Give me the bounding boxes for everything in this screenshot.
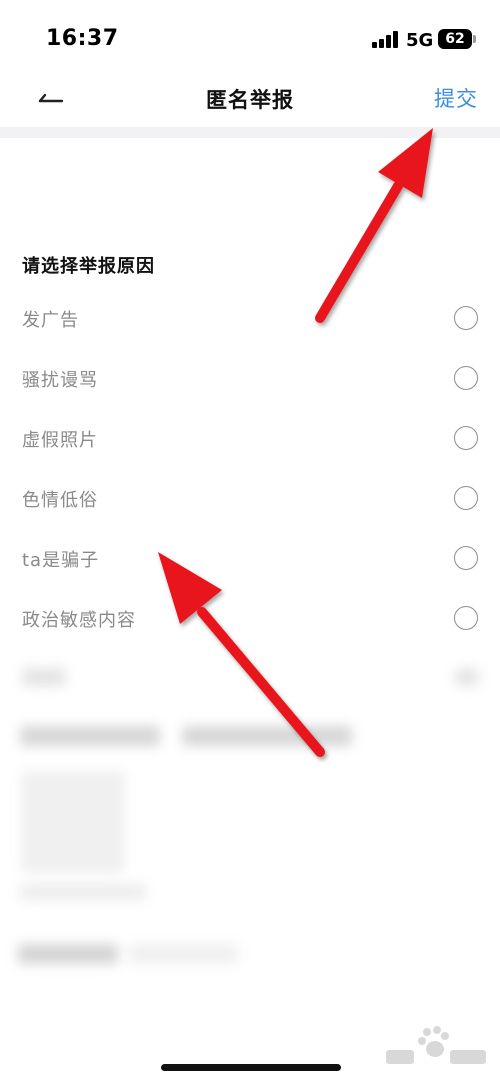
reason-option[interactable]: 骚扰谩骂 [0, 348, 500, 408]
reason-label: 发广告 [22, 310, 79, 331]
battery-level: 62 [445, 31, 465, 47]
battery-cap [473, 35, 476, 43]
reason-option[interactable]: 政治敏感内容 [0, 588, 500, 648]
radio-unchecked-icon[interactable] [454, 426, 478, 450]
blurred-text [128, 944, 238, 964]
reason-label: 政治敏感内容 [22, 610, 136, 631]
radio-unchecked-icon[interactable] [454, 606, 478, 630]
status-bar: 16:37 5G 62 [0, 0, 500, 78]
reason-option[interactable]: ta是骗子 [0, 528, 500, 588]
radio-unchecked-icon[interactable] [454, 306, 478, 330]
reason-label: 色情低俗 [22, 490, 98, 511]
blurred-label [18, 944, 118, 964]
reason-option[interactable]: 发广告 [0, 288, 500, 348]
radio-unchecked-icon[interactable] [454, 366, 478, 390]
reason-label: 骚扰谩骂 [22, 370, 98, 391]
network-type: 5G [406, 30, 434, 51]
blurred-description [182, 726, 352, 746]
reason-list: 发广告 骚扰谩骂 虚假照片 色情低俗 ta是骗子 政治敏感内容 [0, 288, 500, 648]
blurred-caption [20, 884, 146, 900]
status-time: 16:37 [46, 26, 119, 51]
radio-unchecked-icon[interactable] [454, 486, 478, 510]
cellular-signal-icon [372, 31, 402, 48]
page-title: 匿名举报 [206, 88, 294, 112]
blurred-option-label [22, 668, 66, 686]
blurred-option-radio [454, 668, 480, 686]
section-title: 请选择举报原因 [22, 256, 155, 277]
reason-option[interactable]: 色情低俗 [0, 468, 500, 528]
reason-label: ta是骗子 [22, 550, 100, 571]
battery-icon: 62 [438, 29, 472, 49]
submit-button[interactable]: 提交 [434, 83, 478, 113]
radio-unchecked-icon[interactable] [454, 546, 478, 570]
section-divider [0, 127, 500, 138]
baidu-watermark-logo [386, 1026, 486, 1064]
blurred-description [20, 726, 160, 746]
blurred-image-upload [22, 772, 124, 872]
nav-bar: 匿名举报 提交 [0, 78, 500, 126]
reason-label: 虚假照片 [22, 430, 98, 451]
home-indicator [161, 1064, 341, 1071]
reason-option[interactable]: 虚假照片 [0, 408, 500, 468]
